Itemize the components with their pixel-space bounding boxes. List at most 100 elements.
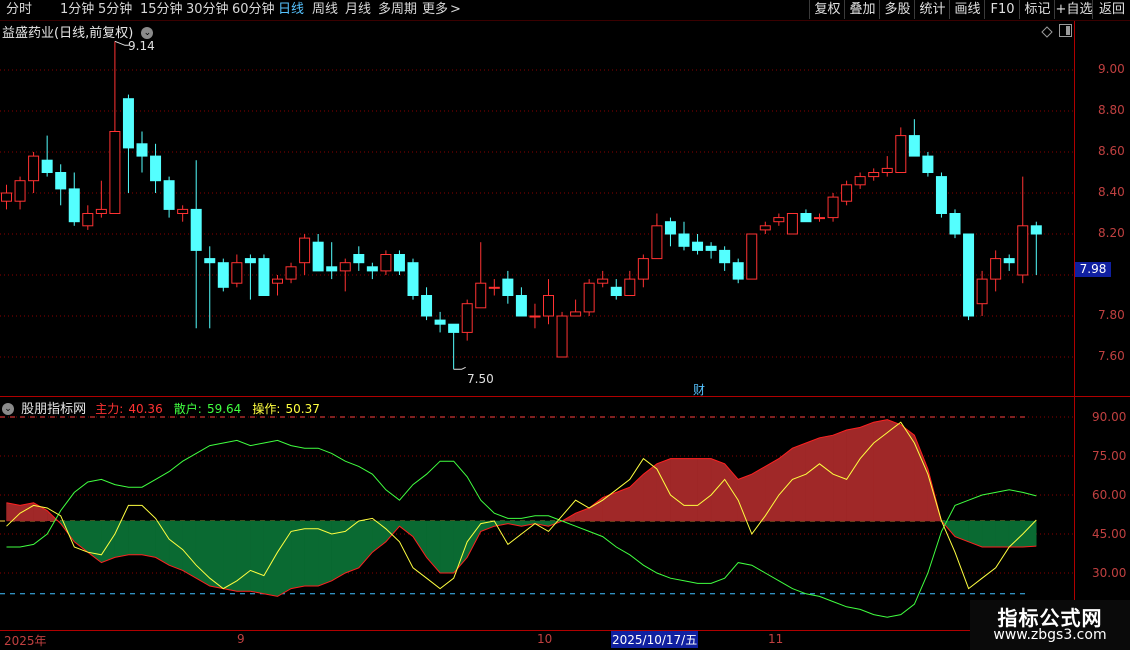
candle-body	[827, 196, 839, 219]
candle-body	[624, 278, 636, 297]
candle-body	[502, 278, 514, 297]
candle-body	[976, 278, 988, 305]
stock-chart[interactable]	[0, 0, 1130, 650]
indicator-fill-segment	[250, 520, 265, 595]
candle-body	[150, 155, 162, 182]
finance-event-marker[interactable]: 财	[693, 381, 705, 398]
price-tick: 8.80	[1098, 103, 1125, 117]
candle-body	[380, 254, 392, 272]
candlestick	[529, 303, 541, 329]
candle-body	[95, 208, 107, 214]
candlestick	[786, 213, 798, 235]
indicator-fill-segment	[616, 486, 631, 522]
candlestick	[1003, 254, 1015, 271]
indicator-fill-segment	[792, 442, 807, 522]
candlestick	[258, 254, 270, 297]
candlestick	[326, 242, 338, 280]
low-pointer	[453, 366, 466, 370]
price-tick: 9.00	[1098, 62, 1125, 76]
indicator-fill-segment	[101, 520, 116, 563]
candlestick	[651, 213, 663, 260]
indicator-fill-segment	[832, 429, 847, 522]
candle-body	[434, 319, 446, 325]
candlestick	[814, 213, 825, 222]
candle-body	[1003, 258, 1015, 264]
indicator-fill-segment	[128, 520, 143, 556]
candlestick	[759, 221, 771, 234]
candlestick	[190, 160, 202, 329]
candlestick	[68, 172, 80, 226]
candle-body	[177, 208, 189, 214]
candle-body	[732, 262, 744, 280]
candle-body	[800, 213, 812, 223]
candlestick	[610, 279, 622, 300]
candlestick	[637, 254, 649, 288]
candlestick	[624, 270, 636, 297]
indicator-fill-segment	[141, 520, 156, 558]
indicator-tick: 45.00	[1092, 527, 1127, 541]
indicator-fill-segment	[182, 520, 197, 579]
candlestick	[746, 233, 758, 280]
candle-body	[841, 184, 853, 202]
indicator-fill-segment	[575, 507, 590, 522]
indicator-fills	[6, 419, 1037, 597]
candle-body	[163, 180, 175, 210]
indicator-fill-segment	[683, 458, 698, 522]
price-grid	[0, 69, 1074, 358]
indicator-fill-segment	[981, 520, 996, 548]
candlestick	[935, 172, 947, 218]
indicator-fill-segment	[765, 458, 780, 522]
watermark-url: www.zbgs3.com	[993, 627, 1107, 643]
indicator-fill-segment	[439, 520, 454, 574]
candle-body	[922, 155, 934, 174]
indicator-fill-segment	[995, 520, 1010, 548]
candlestick	[55, 164, 67, 206]
candlestick	[1017, 176, 1029, 284]
candlestick	[421, 287, 433, 321]
candlestick	[827, 193, 839, 222]
high-pointer	[114, 40, 129, 46]
candlestick	[299, 234, 311, 275]
candlestick	[556, 311, 568, 358]
candle-body	[285, 266, 297, 280]
candle-body	[448, 323, 460, 333]
candlestick	[881, 156, 893, 177]
candle-body	[326, 266, 338, 272]
indicator-fill-segment	[697, 458, 712, 522]
candlestick	[380, 250, 392, 275]
indicator-tick: 75.00	[1092, 449, 1127, 463]
candlestick	[163, 176, 175, 218]
candlestick	[1030, 221, 1042, 275]
candlestick	[949, 209, 961, 239]
candlestick	[800, 209, 812, 223]
candlestick	[285, 262, 297, 284]
price-tick: 8.60	[1098, 144, 1125, 158]
candle-body	[339, 262, 351, 272]
cursor-date-label: 2025/10/17/五	[611, 631, 699, 648]
candle-body	[353, 254, 365, 264]
candle-body	[421, 295, 433, 317]
candle-body	[719, 249, 731, 264]
candlestick	[963, 233, 975, 321]
candle-body	[258, 258, 270, 297]
price-tick: 8.40	[1098, 185, 1125, 199]
indicator-fill-segment	[656, 458, 671, 522]
indicator-fill-segment	[819, 434, 834, 522]
indicator-fill-segment	[710, 458, 725, 522]
candle-body	[109, 131, 121, 214]
candle-body	[543, 295, 554, 317]
candle-body	[963, 233, 975, 317]
indicator-fill-segment	[209, 520, 224, 589]
indicator-fill-segment	[331, 520, 346, 582]
indicator-fill-segment	[399, 520, 414, 538]
price-tick: 8.20	[1098, 226, 1125, 240]
candlestick	[407, 258, 419, 300]
candle-body	[868, 172, 880, 178]
candle-body	[583, 282, 595, 313]
candle-body	[705, 245, 717, 251]
candlestick	[448, 323, 460, 370]
candle-body	[570, 311, 582, 317]
indicator-fill-segment	[724, 463, 739, 522]
candlestick	[204, 246, 216, 329]
candlestick	[570, 299, 582, 317]
